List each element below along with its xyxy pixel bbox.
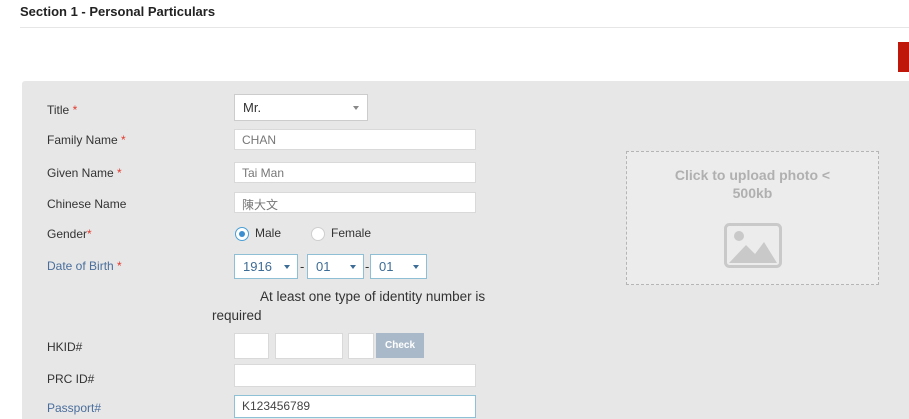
section-divider	[20, 27, 909, 28]
photo-upload-dropzone[interactable]: Click to upload photo < 500kb	[626, 151, 879, 285]
hkid-prefix-field[interactable]	[234, 333, 269, 359]
gender-female-label[interactable]: Female	[331, 226, 371, 240]
chinese-name-field[interactable]: 陳大文	[234, 192, 476, 213]
gender-male-radio[interactable]	[235, 227, 249, 241]
gender-label: Gender*	[47, 227, 92, 241]
gender-male-label[interactable]: Male	[255, 226, 281, 240]
chevron-down-icon	[284, 265, 290, 269]
red-side-tab[interactable]	[898, 42, 909, 72]
dob-day-select[interactable]: 01	[370, 254, 427, 279]
hkid-number-field[interactable]	[275, 333, 343, 359]
section-title: Section 1 - Personal Particulars	[20, 4, 216, 19]
passport-field[interactable]: K123456789	[234, 395, 476, 418]
chevron-down-icon	[350, 265, 356, 269]
title-select[interactable]: Mr.	[234, 94, 368, 121]
identity-note-line2: required	[212, 308, 262, 323]
title-label: Title *	[47, 103, 78, 117]
hkid-check-button[interactable]: Check	[376, 333, 424, 358]
dob-month-value: 01	[316, 259, 331, 274]
chevron-down-icon	[353, 106, 359, 110]
hkid-check-digit-field[interactable]	[348, 333, 374, 359]
chevron-down-icon	[413, 265, 419, 269]
chinese-name-label: Chinese Name	[47, 197, 127, 211]
dob-day-value: 01	[379, 259, 394, 274]
given-name-field[interactable]: Tai Man	[234, 162, 476, 183]
dob-separator: -	[365, 259, 370, 274]
photo-upload-text: Click to upload photo < 500kb	[674, 167, 831, 201]
dob-year-value: 1916	[243, 259, 272, 274]
dob-separator: -	[300, 259, 305, 274]
gender-female-radio[interactable]	[311, 227, 325, 241]
dob-month-select[interactable]: 01	[307, 254, 364, 279]
title-select-value: Mr.	[243, 100, 262, 115]
identity-note-line1: At least one type of identity number is	[260, 289, 486, 304]
image-icon	[724, 223, 782, 268]
family-name-field[interactable]: CHAN	[234, 129, 476, 150]
prc-id-label: PRC ID#	[47, 372, 95, 386]
family-name-label: Family Name *	[47, 133, 126, 147]
passport-label: Passport#	[47, 401, 102, 415]
hkid-label: HKID#	[47, 340, 83, 354]
dob-label: Date of Birth *	[47, 259, 122, 273]
dob-year-select[interactable]: 1916	[234, 254, 298, 279]
prc-id-field[interactable]	[234, 364, 476, 387]
given-name-label: Given Name *	[47, 166, 122, 180]
